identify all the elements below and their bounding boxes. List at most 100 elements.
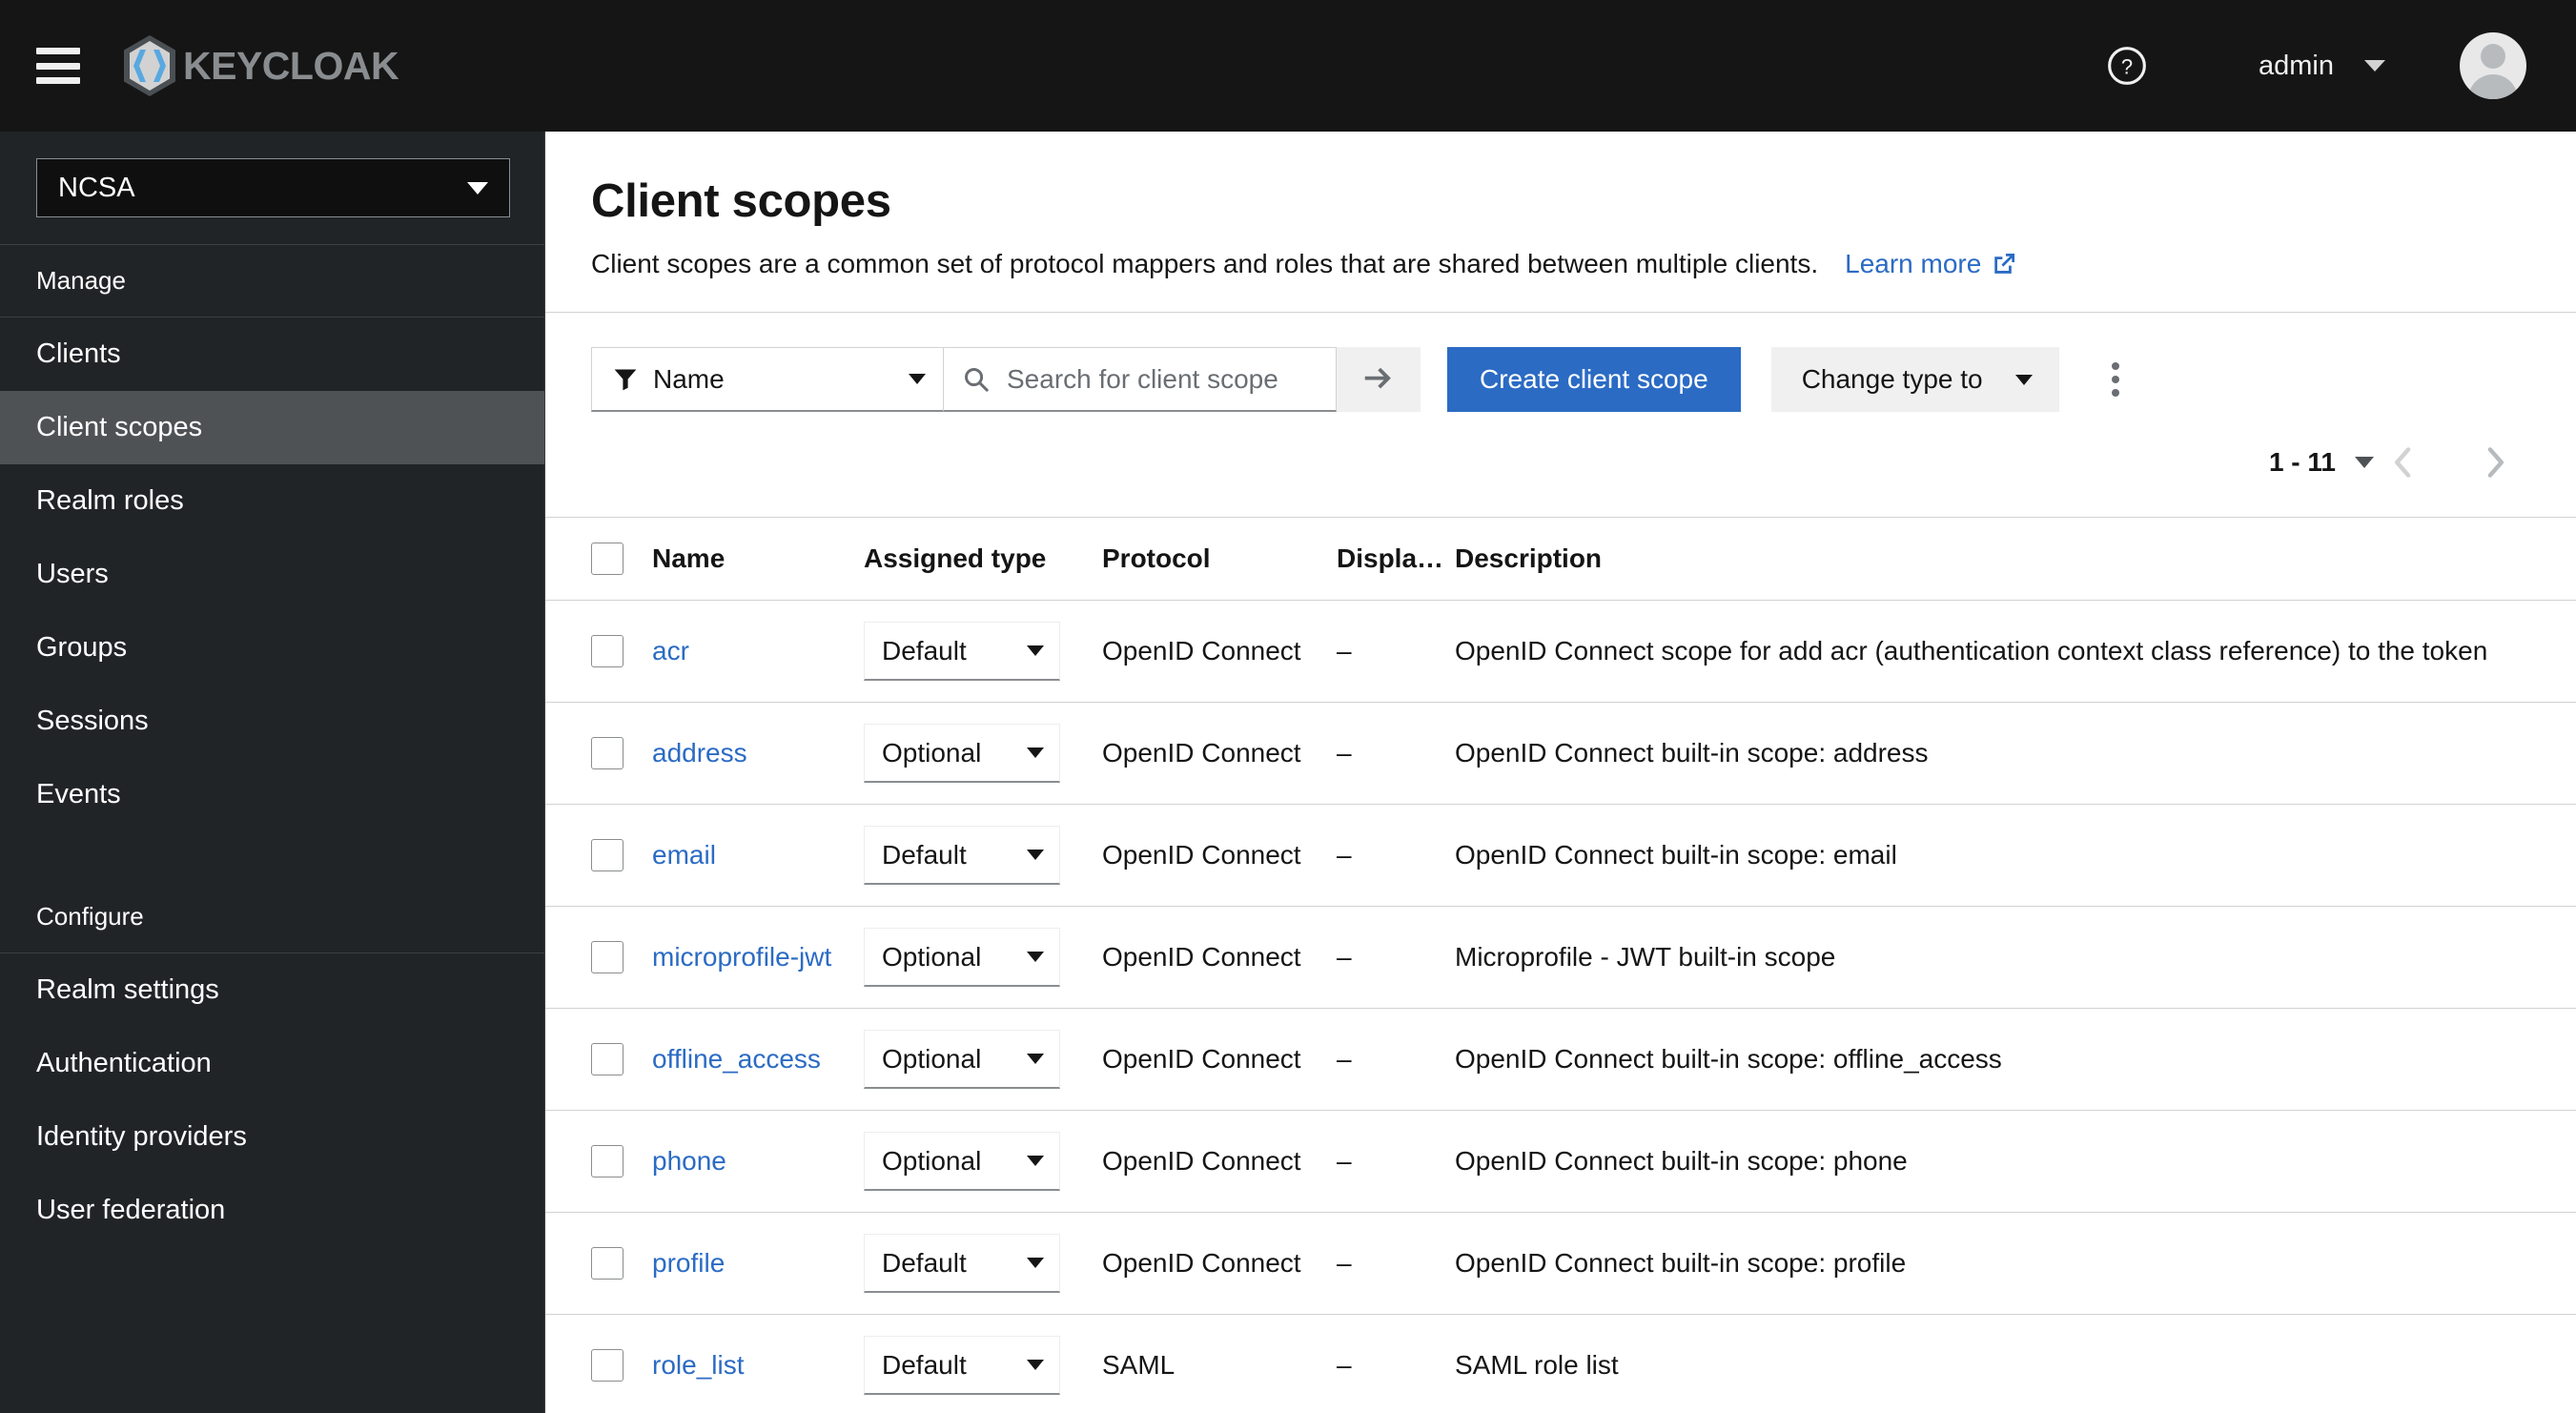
chevron-down-icon <box>1027 952 1044 962</box>
assigned-type-value: Default <box>882 1349 967 1380</box>
help-icon[interactable]: ? <box>2102 41 2152 91</box>
column-header-name: Name <box>652 517 864 601</box>
masthead: KEYCLOAK ? admin <box>0 0 2576 132</box>
masthead-actions: ? admin <box>2102 0 2576 132</box>
search-input[interactable] <box>1005 362 1320 396</box>
learn-more-link[interactable]: Learn more <box>1845 249 2016 279</box>
client-scope-link[interactable]: profile <box>652 1248 725 1278</box>
assigned-type-dropdown[interactable]: Default <box>864 1336 1060 1395</box>
sidebar-item-authentication[interactable]: Authentication <box>0 1027 544 1100</box>
chevron-down-icon <box>467 181 488 195</box>
assigned-type-value: Optional <box>882 1043 982 1074</box>
pagination-next-button[interactable] <box>2465 433 2525 492</box>
select-all-header <box>545 517 652 601</box>
assigned-type-dropdown[interactable]: Default <box>864 622 1060 681</box>
row-display-on-consent-cell: – <box>1337 702 1455 805</box>
search-submit-button[interactable] <box>1337 347 1421 412</box>
sidebar-item-users[interactable]: Users <box>0 538 544 611</box>
sidebar-item-client-scopes[interactable]: Client scopes <box>0 391 544 464</box>
chevron-down-icon <box>1027 1156 1044 1166</box>
external-link-icon <box>1992 252 2016 276</box>
page-header: Client scopes Client scopes are a common… <box>545 132 2576 312</box>
avatar[interactable] <box>2460 32 2526 99</box>
chevron-down-icon <box>2364 60 2385 72</box>
row-name-cell: acr <box>652 600 864 703</box>
sidebar-item-groups[interactable]: Groups <box>0 611 544 685</box>
change-type-to-dropdown[interactable]: Change type to <box>1770 347 2059 412</box>
assigned-type-dropdown[interactable]: Default <box>864 1234 1060 1293</box>
row-assigned-type-cell: Default <box>864 1314 1102 1413</box>
row-checkbox[interactable] <box>591 839 624 871</box>
row-checkbox[interactable] <box>591 1145 624 1178</box>
column-header-assigned-type: Assigned type <box>864 517 1102 601</box>
filter-dropdown[interactable]: Name <box>591 347 944 412</box>
user-name-label: admin <box>2259 50 2334 81</box>
assigned-type-value: Optional <box>882 941 982 972</box>
sidebar-item-realm-settings[interactable]: Realm settings <box>0 953 544 1027</box>
realm-selector[interactable]: NCSA <box>36 158 510 217</box>
client-scope-link[interactable]: email <box>652 840 716 870</box>
row-select-cell <box>545 1314 652 1413</box>
row-protocol-cell: OpenID Connect <box>1102 1008 1337 1111</box>
search-box <box>944 347 1337 412</box>
client-scope-link[interactable]: phone <box>652 1146 726 1176</box>
sidebar-item-events[interactable]: Events <box>0 758 544 831</box>
user-menu-toggle[interactable]: admin <box>2259 32 2526 99</box>
global-nav-toggle-icon[interactable] <box>36 48 80 84</box>
main-content: Client scopes Client scopes are a common… <box>545 132 2576 1413</box>
client-scope-link[interactable]: microprofile-jwt <box>652 942 831 972</box>
assigned-type-dropdown[interactable]: Default <box>864 826 1060 885</box>
row-checkbox[interactable] <box>591 635 624 667</box>
sidebar-item-clients[interactable]: Clients <box>0 317 544 391</box>
client-scope-link[interactable]: role_list <box>652 1350 744 1380</box>
row-assigned-type-cell: Optional <box>864 1008 1102 1111</box>
change-type-to-label: Change type to <box>1801 364 1983 394</box>
keycloak-brand[interactable]: KEYCLOAK <box>120 0 399 132</box>
row-description-cell: OpenID Connect built-in scope: address <box>1455 702 2576 805</box>
row-checkbox[interactable] <box>591 1247 624 1280</box>
row-select-cell <box>545 906 652 1009</box>
sidebar-item-user-federation[interactable]: User federation <box>0 1174 544 1247</box>
client-scope-link[interactable]: address <box>652 738 747 768</box>
search-icon <box>963 366 990 393</box>
client-scope-link[interactable]: acr <box>652 636 689 666</box>
row-protocol-cell: SAML <box>1102 1314 1337 1413</box>
row-name-cell: address <box>652 702 864 805</box>
row-display-on-consent-cell: – <box>1337 1212 1455 1315</box>
row-checkbox[interactable] <box>591 1043 624 1075</box>
assigned-type-dropdown[interactable]: Optional <box>864 1132 1060 1191</box>
brand-text: KEYCLOAK <box>183 43 399 88</box>
pagination-range: 1 - 11 <box>2268 447 2336 477</box>
toolbar-kebab-menu[interactable] <box>2084 347 2147 412</box>
sidebar-item-identity-providers[interactable]: Identity providers <box>0 1100 544 1174</box>
select-all-checkbox[interactable] <box>591 543 624 575</box>
row-display-on-consent-cell: – <box>1337 600 1455 703</box>
sidebar-item-realm-roles[interactable]: Realm roles <box>0 464 544 538</box>
page-title: Client scopes <box>591 175 891 227</box>
row-checkbox[interactable] <box>591 1349 624 1382</box>
row-name-cell: offline_access <box>652 1008 864 1111</box>
row-checkbox[interactable] <box>591 941 624 973</box>
row-protocol-cell: OpenID Connect <box>1102 1110 1337 1213</box>
sidebar-item-sessions[interactable]: Sessions <box>0 685 544 758</box>
table-row: email Default OpenID Connect – OpenID Co… <box>545 804 2576 907</box>
assigned-type-dropdown[interactable]: Optional <box>864 928 1060 987</box>
row-assigned-type-cell: Default <box>864 1212 1102 1315</box>
pagination-options-toggle[interactable] <box>2355 457 2374 468</box>
pagination-previous-button[interactable] <box>2374 433 2433 492</box>
row-select-cell <box>545 1008 652 1111</box>
create-client-scope-button[interactable]: Create client scope <box>1447 347 1741 412</box>
client-scope-link[interactable]: offline_access <box>652 1044 821 1074</box>
row-assigned-type-cell: Default <box>864 804 1102 907</box>
keycloak-logo-icon <box>120 33 179 98</box>
chevron-down-icon <box>1027 850 1044 860</box>
row-select-cell <box>545 1110 652 1213</box>
row-name-cell: role_list <box>652 1314 864 1413</box>
chevron-down-icon <box>1027 1054 1044 1064</box>
assigned-type-dropdown[interactable]: Optional <box>864 724 1060 783</box>
row-checkbox[interactable] <box>591 737 624 769</box>
row-protocol-cell: OpenID Connect <box>1102 600 1337 703</box>
row-description-cell: SAML role list <box>1455 1314 2576 1413</box>
assigned-type-dropdown[interactable]: Optional <box>864 1030 1060 1089</box>
